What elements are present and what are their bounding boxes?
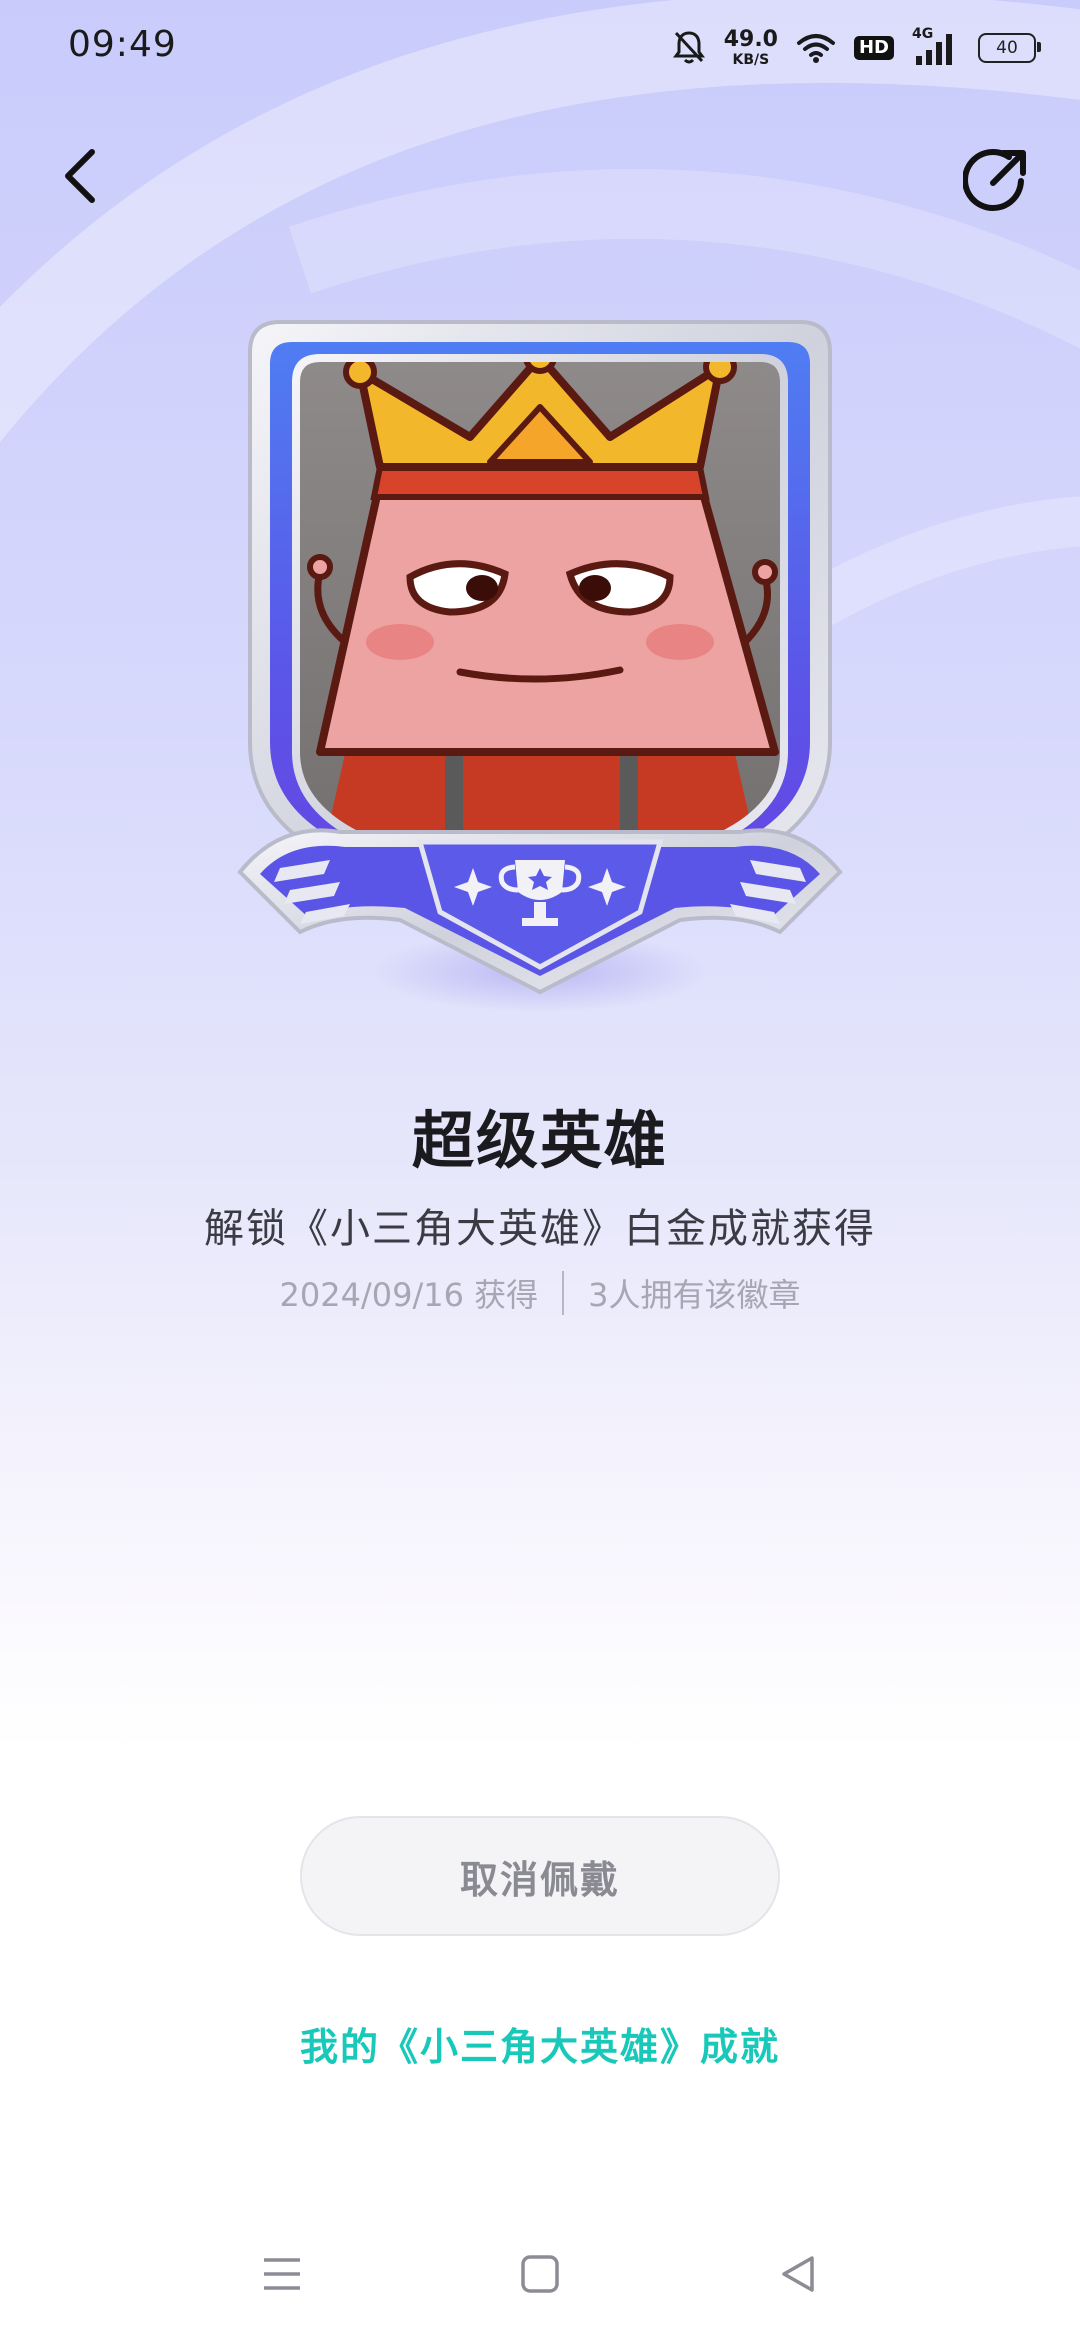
status-icons: 49.0 KB/S HD 4G 40 — [672, 24, 1041, 72]
share-icon — [963, 148, 1026, 211]
achievement-meta: 2024/09/16 获得 3人拥有该徽章 — [0, 1270, 1080, 1316]
bell-muted-icon — [672, 31, 705, 64]
unwear-badge-button[interactable]: 取消佩戴 — [300, 1816, 780, 1936]
home-icon — [521, 2255, 559, 2293]
menu-icon — [264, 2258, 300, 2290]
hd-icon: HD — [853, 36, 894, 60]
obtained-date: 2024/09/16 获得 — [279, 1276, 539, 1314]
menu-button[interactable] — [238, 2230, 326, 2318]
chevron-left-icon — [65, 149, 95, 203]
meta-divider — [562, 1271, 565, 1315]
back-triangle-icon — [782, 2256, 814, 2292]
achievement-title: 超级英雄 — [411, 1104, 668, 1177]
status-bar: 09:49 49.0 KB/S HD 4G 40 — [0, 0, 1080, 96]
network-speed: 49.0 KB/S — [723, 27, 778, 68]
back-button[interactable] — [44, 140, 116, 212]
share-button[interactable] — [956, 140, 1036, 220]
triangle-king-badge-icon — [237, 320, 843, 995]
achievement-description: 解锁《小三角大英雄》白金成就获得 — [204, 1206, 876, 1252]
network-speed-unit: KB/S — [732, 52, 770, 68]
system-back-button[interactable] — [754, 2230, 842, 2318]
home-button[interactable] — [496, 2230, 584, 2318]
signal-icon: 4G — [912, 26, 960, 66]
wifi-icon — [796, 34, 835, 63]
system-nav-bar — [0, 2230, 1080, 2318]
my-achievements-link[interactable]: 我的《小三角大英雄》成就 — [0, 2016, 1080, 2071]
battery-level: 40 — [996, 38, 1018, 58]
owners-count: 3人拥有该徽章 — [588, 1276, 801, 1314]
achievement-badge — [220, 312, 860, 1032]
battery-icon: 40 — [978, 33, 1041, 63]
network-speed-value: 49.0 — [723, 27, 778, 52]
status-time: 09:49 — [68, 24, 177, 65]
